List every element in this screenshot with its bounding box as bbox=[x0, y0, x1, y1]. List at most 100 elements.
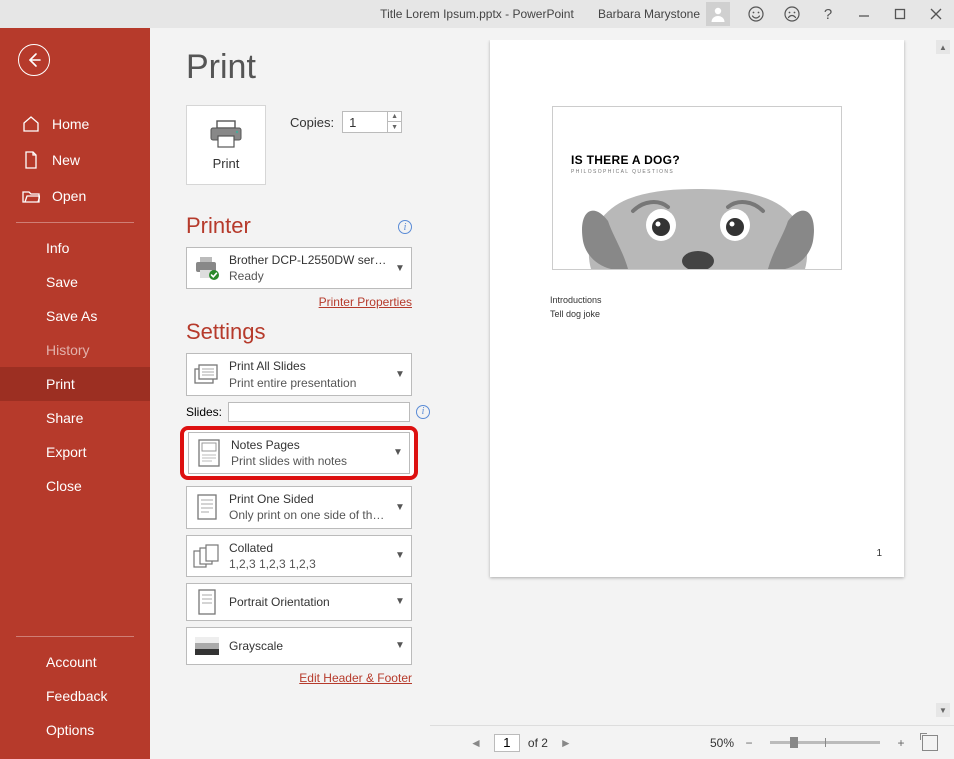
next-page-button[interactable]: ► bbox=[556, 736, 576, 750]
sidebar-item-saveas[interactable]: Save As bbox=[0, 299, 150, 333]
sidebar-label: Save bbox=[46, 274, 78, 290]
chevron-down-icon: ▼ bbox=[395, 369, 405, 380]
vertical-scrollbar[interactable]: ▲ ▼ bbox=[936, 40, 950, 717]
sidebar-item-info[interactable]: Info bbox=[0, 231, 150, 265]
sidebar-label: Print bbox=[46, 376, 75, 392]
slide-thumbnail: IS THERE A DOG? PHILOSOPHICAL QUESTIONS bbox=[552, 106, 842, 270]
print-button[interactable]: Print bbox=[186, 105, 266, 185]
orientation-title: Portrait Orientation bbox=[229, 594, 387, 610]
fit-to-window-button[interactable] bbox=[922, 735, 938, 751]
page-title: Print bbox=[186, 48, 430, 87]
close-button[interactable] bbox=[918, 0, 954, 28]
window-title: Title Lorem Ipsum.pptx - PowerPoint bbox=[380, 7, 574, 21]
zoom-value: 50% bbox=[710, 736, 734, 750]
info-icon[interactable]: i bbox=[416, 405, 430, 419]
sides-selector[interactable]: Print One Sided Only print on one side o… bbox=[186, 486, 412, 528]
notes-page-icon bbox=[195, 439, 223, 467]
page-number: 1 bbox=[876, 548, 882, 559]
total-pages: of 2 bbox=[528, 736, 548, 750]
back-button[interactable] bbox=[18, 44, 50, 76]
layout-selector[interactable]: Notes Pages Print slides with notes ▼ bbox=[180, 426, 418, 480]
print-range-title: Print All Slides bbox=[229, 358, 387, 374]
print-button-label: Print bbox=[213, 156, 240, 171]
copies-spinner[interactable]: ▲▼ bbox=[387, 111, 401, 133]
collate-selector[interactable]: Collated 1,2,3 1,2,3 1,2,3 ▼ bbox=[186, 535, 412, 577]
chevron-down-icon: ▼ bbox=[395, 640, 405, 651]
open-folder-icon bbox=[22, 187, 40, 205]
slides-stack-icon bbox=[193, 361, 221, 389]
sidebar-label: Save As bbox=[46, 308, 97, 324]
preview-pane: IS THERE A DOG? PHILOSOPHICAL QUESTIONS bbox=[430, 28, 954, 759]
portrait-icon bbox=[193, 588, 221, 616]
color-title: Grayscale bbox=[229, 638, 387, 654]
chevron-down-icon: ▼ bbox=[393, 447, 403, 458]
user-name: Barbara Marystone bbox=[598, 7, 700, 21]
orientation-selector[interactable]: Portrait Orientation ▼ bbox=[186, 583, 412, 621]
sidebar-item-print[interactable]: Print bbox=[0, 367, 150, 401]
feedback-smile-icon[interactable] bbox=[738, 0, 774, 28]
layout-desc: Print slides with notes bbox=[231, 453, 385, 469]
zoom-out-button[interactable]: − bbox=[742, 736, 756, 750]
color-selector[interactable]: Grayscale ▼ bbox=[186, 627, 412, 665]
sidebar-item-options[interactable]: Options bbox=[0, 713, 150, 747]
maximize-button[interactable] bbox=[882, 0, 918, 28]
sidebar-item-export[interactable]: Export bbox=[0, 435, 150, 469]
info-icon[interactable]: i bbox=[398, 220, 412, 234]
prev-page-button[interactable]: ◄ bbox=[466, 736, 486, 750]
sidebar-label: Close bbox=[46, 478, 82, 494]
new-file-icon bbox=[22, 151, 40, 169]
printer-heading: Printer bbox=[186, 213, 251, 239]
sidebar-item-home[interactable]: Home bbox=[0, 106, 150, 142]
feedback-frown-icon[interactable] bbox=[774, 0, 810, 28]
sidebar-label: Options bbox=[46, 722, 94, 738]
preview-page: IS THERE A DOG? PHILOSOPHICAL QUESTIONS bbox=[490, 40, 904, 577]
sidebar-item-share[interactable]: Share bbox=[0, 401, 150, 435]
printer-name: Brother DCP-L2550DW serie… bbox=[229, 252, 387, 268]
scroll-down-arrow[interactable]: ▼ bbox=[936, 703, 950, 717]
chevron-down-icon: ▼ bbox=[395, 263, 405, 274]
settings-heading: Settings bbox=[186, 319, 430, 345]
grayscale-icon bbox=[193, 632, 221, 660]
backstage-sidebar: Home New Open Info Save Save As History … bbox=[0, 28, 150, 759]
print-range-desc: Print entire presentation bbox=[229, 375, 387, 391]
help-icon[interactable]: ? bbox=[810, 0, 846, 28]
collate-desc: 1,2,3 1,2,3 1,2,3 bbox=[229, 556, 387, 572]
layout-title: Notes Pages bbox=[231, 437, 385, 453]
sidebar-label: Export bbox=[46, 444, 86, 460]
titlebar: Title Lorem Ipsum.pptx - PowerPoint Barb… bbox=[0, 0, 954, 28]
printer-properties-link[interactable]: Printer Properties bbox=[319, 295, 412, 309]
sidebar-item-feedback[interactable]: Feedback bbox=[0, 679, 150, 713]
slides-label: Slides: bbox=[186, 405, 222, 419]
print-options-pane: Print Print Copies: 1 ▲▼ P bbox=[150, 28, 430, 759]
edit-header-footer-link[interactable]: Edit Header & Footer bbox=[299, 671, 412, 685]
chevron-down-icon: ▼ bbox=[395, 550, 405, 561]
sidebar-label: Info bbox=[46, 240, 69, 256]
sidebar-label: Feedback bbox=[46, 688, 107, 704]
sidebar-item-history[interactable]: History bbox=[0, 333, 150, 367]
sidebar-item-close[interactable]: Close bbox=[0, 469, 150, 503]
chevron-down-icon: ▼ bbox=[395, 596, 405, 607]
zoom-slider[interactable] bbox=[770, 741, 880, 744]
slide-title: IS THERE A DOG? bbox=[571, 153, 680, 167]
preview-statusbar: ◄ of 2 ► 50% − + bbox=[430, 725, 954, 759]
minimize-button[interactable] bbox=[846, 0, 882, 28]
scroll-up-arrow[interactable]: ▲ bbox=[936, 40, 950, 54]
print-range-selector[interactable]: Print All Slides Print entire presentati… bbox=[186, 353, 412, 395]
copies-value: 1 bbox=[343, 115, 387, 130]
user-avatar[interactable] bbox=[706, 2, 730, 26]
printer-status-icon bbox=[193, 254, 221, 282]
speaker-notes: Introductions Tell dog joke bbox=[550, 294, 874, 321]
sidebar-item-open[interactable]: Open bbox=[0, 178, 150, 214]
slides-input[interactable] bbox=[228, 402, 410, 422]
zoom-in-button[interactable]: + bbox=[894, 736, 908, 750]
sides-desc: Only print on one side of th… bbox=[229, 507, 387, 523]
home-icon bbox=[22, 115, 40, 133]
sidebar-label: History bbox=[46, 342, 90, 358]
copies-input[interactable]: 1 ▲▼ bbox=[342, 111, 402, 133]
printer-selector[interactable]: Brother DCP-L2550DW serie… Ready ▼ bbox=[186, 247, 412, 289]
sidebar-item-new[interactable]: New bbox=[0, 142, 150, 178]
sidebar-item-account[interactable]: Account bbox=[0, 645, 150, 679]
current-page-input[interactable] bbox=[494, 734, 520, 752]
sidebar-item-save[interactable]: Save bbox=[0, 265, 150, 299]
sidebar-label: New bbox=[52, 152, 80, 168]
